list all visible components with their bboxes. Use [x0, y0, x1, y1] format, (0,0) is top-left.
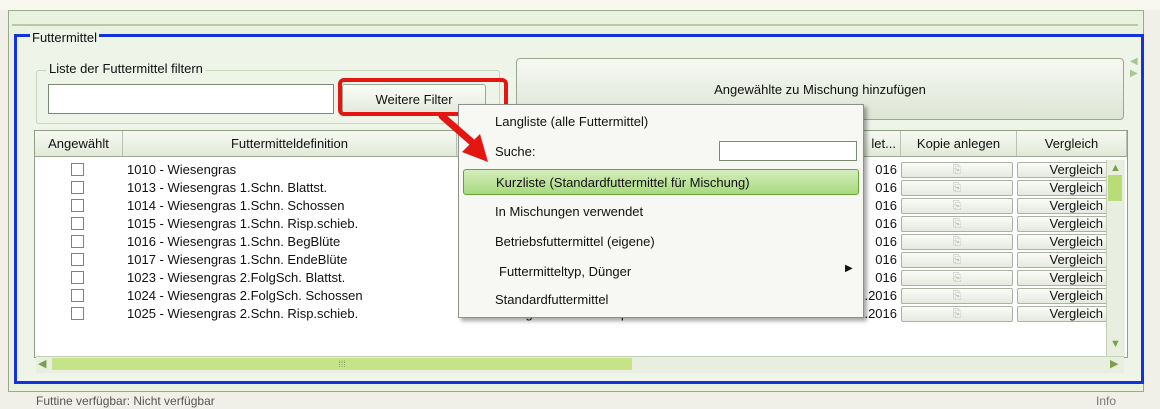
copy-icon[interactable]: ⎘	[901, 162, 1013, 178]
filter-group-title: Liste der Futtermittel filtern	[46, 61, 206, 76]
row-checkbox[interactable]	[71, 217, 84, 230]
row-checkbox[interactable]	[71, 235, 84, 248]
copy-icon[interactable]: ⎘	[901, 252, 1013, 268]
annotation-arrow-icon	[438, 112, 488, 162]
row-checkbox[interactable]	[71, 199, 84, 212]
header-kopie-anlegen[interactable]: Kopie anlegen	[901, 131, 1017, 157]
header-vergleich[interactable]: Vergleich	[1017, 131, 1127, 157]
nav-right-icon[interactable]: ▶	[1130, 68, 1138, 79]
row-definition: 1025 - Wiesengras 2.Schn. Risp.schieb.	[127, 306, 359, 321]
vergleich-button[interactable]: Vergleich	[1017, 180, 1107, 196]
menu-search-input[interactable]	[719, 141, 857, 161]
row-definition: 1023 - Wiesengras 2.FolgSch. Blattst.	[127, 270, 346, 285]
copy-icon[interactable]: ⎘	[901, 270, 1013, 286]
header-angewaehlt[interactable]: Angewählt	[35, 131, 123, 157]
filter-context-menu: Langliste (alle Futtermittel) Suche: Kur…	[458, 104, 864, 318]
vergleich-button[interactable]: Vergleich	[1017, 198, 1107, 214]
row-checkbox[interactable]	[71, 253, 84, 266]
menu-item-standardfuttermittel[interactable]: Standardfuttermittel	[463, 287, 859, 313]
scroll-left-icon[interactable]: ◀	[38, 357, 46, 370]
vergleich-button[interactable]: Vergleich	[1017, 306, 1107, 322]
vertical-scroll-thumb[interactable]	[1108, 175, 1122, 201]
nav-left-icon[interactable]: ◀	[1130, 56, 1138, 67]
status-text: Futtine verfügbar: Nicht verfügbar	[36, 394, 215, 408]
top-strip	[0, 0, 1160, 10]
scroll-up-icon[interactable]: ▲	[1110, 162, 1121, 174]
copy-icon[interactable]: ⎘	[901, 306, 1013, 322]
row-definition: 1010 - Wiesengras	[127, 162, 237, 177]
copy-icon[interactable]: ⎘	[901, 234, 1013, 250]
row-checkbox[interactable]	[71, 163, 84, 176]
copy-icon[interactable]: ⎘	[901, 180, 1013, 196]
row-definition: 1015 - Wiesengras 1.Schn. Risp.schieb.	[127, 216, 359, 231]
scroll-down-icon[interactable]: ▼	[1110, 338, 1121, 350]
vergleich-button[interactable]: Vergleich	[1017, 252, 1107, 268]
vergleich-button[interactable]: Vergleich	[1017, 216, 1107, 232]
menu-item-kurzliste[interactable]: Kurzliste (Standardfuttermittel für Misc…	[463, 169, 859, 195]
group-title: Futtermittel	[30, 30, 100, 45]
row-definition: 1017 - Wiesengras 1.Schn. EndeBlüte	[127, 252, 348, 267]
menu-item-betriebsfuttermittel[interactable]: Betriebsfuttermittel (eigene)	[463, 229, 859, 255]
copy-icon[interactable]: ⎘	[901, 198, 1013, 214]
row-definition: 1013 - Wiesengras 1.Schn. Blattst.	[127, 180, 328, 195]
row-checkbox[interactable]	[71, 307, 84, 320]
menu-item-langliste[interactable]: Langliste (alle Futtermittel)	[463, 109, 859, 135]
horizontal-scroll-thumb[interactable]: ⁞⁞⁞	[52, 358, 632, 370]
row-checkbox[interactable]	[71, 271, 84, 284]
header-futtermitteldefinition[interactable]: Futtermitteldefinition	[123, 131, 457, 157]
row-definition: 1016 - Wiesengras 1.Schn. BegBlüte	[127, 234, 341, 249]
filter-input[interactable]	[48, 84, 334, 114]
menu-item-futtermitteltyp[interactable]: Futtermitteltyp, Dünger	[463, 259, 859, 285]
vergleich-button[interactable]: Vergleich	[1017, 162, 1107, 178]
vergleich-button[interactable]: Vergleich	[1017, 234, 1107, 250]
divider	[12, 24, 1138, 26]
row-definition: 1014 - Wiesengras 1.Schn. Schossen	[127, 198, 345, 213]
menu-item-in-mischungen[interactable]: In Mischungen verwendet	[463, 199, 859, 225]
copy-icon[interactable]: ⎘	[901, 216, 1013, 232]
row-checkbox[interactable]	[71, 181, 84, 194]
vergleich-button[interactable]: Vergleich	[1017, 270, 1107, 286]
submenu-arrow-icon: ▶	[845, 263, 853, 274]
row-checkbox[interactable]	[71, 289, 84, 302]
copy-icon[interactable]: ⎘	[901, 288, 1013, 304]
vergleich-button[interactable]: Vergleich	[1017, 288, 1107, 304]
scroll-right-icon[interactable]: ▶	[1110, 357, 1118, 370]
row-definition: 1024 - Wiesengras 2.FolgSch. Schossen	[127, 288, 363, 303]
status-right-text: Info	[1096, 394, 1117, 408]
